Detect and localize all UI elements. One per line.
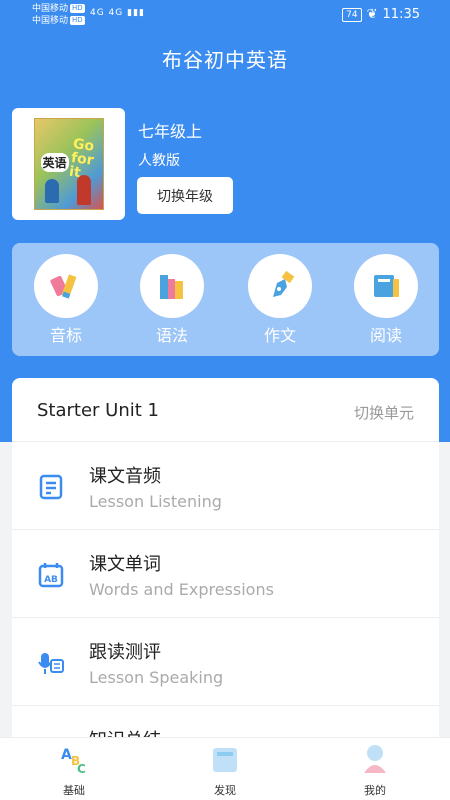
bottom-tab-bar: ABC 基础 发现 我的: [0, 737, 450, 800]
feature-panel: 音标 语法 作文 阅读: [12, 243, 439, 356]
hd-badge: HD: [70, 16, 85, 25]
svg-text:C: C: [77, 762, 86, 775]
lesson-speaking-item[interactable]: 跟读测评 Lesson Speaking: [12, 618, 439, 706]
feature-label: 作文: [263, 326, 296, 345]
book-icon: [354, 254, 418, 318]
textbook-cover-card[interactable]: 英语 Go for it: [12, 108, 125, 220]
tab-discover[interactable]: 发现: [185, 743, 265, 798]
carrier-1: 中国移动: [32, 4, 69, 14]
cover-figure: [44, 179, 59, 203]
unit-name: Starter Unit 1: [37, 400, 159, 421]
abc-icon: A BC: [61, 747, 86, 776]
feature-reading[interactable]: 阅读: [351, 254, 421, 346]
item-title: 课文单词: [89, 554, 161, 575]
carrier-2: 中国移动: [32, 16, 69, 26]
status-bar: 中国移动 HD 中国移动 HD 4G 4G ▮▮▮ 74 ❦ 11:35: [0, 0, 450, 30]
tab-label: 我的: [364, 784, 386, 797]
item-title: 跟读测评: [89, 642, 161, 663]
item-title: 课文音频: [89, 466, 161, 487]
item-subtitle: Lesson Listening: [89, 492, 222, 511]
tab-label: 基础: [63, 784, 85, 797]
signal-icon: 4G 4G ▮▮▮: [90, 8, 145, 18]
grade-label: 七年级上: [138, 122, 203, 141]
battery-icon: 74: [342, 7, 362, 22]
feature-writing[interactable]: 作文: [245, 254, 315, 346]
carrier-info: 中国移动 HD 中国移动 HD: [32, 3, 85, 27]
tab-label: 发现: [214, 784, 236, 797]
book-discover-icon: [213, 748, 237, 772]
unit-card: Starter Unit 1 切换单元 课文音频 Lesson Listenin…: [12, 378, 439, 758]
item-subtitle: Words and Expressions: [89, 580, 274, 599]
profile-icon: [364, 745, 386, 773]
hd-badge: HD: [70, 4, 85, 13]
cover-figure: [76, 175, 91, 205]
pencil-eraser-icon: [34, 254, 98, 318]
leaf-icon: ❦: [366, 7, 378, 22]
edition-label: 人教版: [138, 153, 180, 169]
switch-unit-button[interactable]: 切换单元: [354, 402, 414, 423]
microphone-icon: [38, 653, 64, 674]
app-title: 布谷初中英语: [162, 48, 288, 72]
switch-grade-button[interactable]: 切换年级: [137, 177, 233, 214]
tab-basic[interactable]: ABC 基础: [34, 743, 114, 798]
words-expressions-item[interactable]: AB 课文单词 Words and Expressions: [12, 530, 439, 618]
unit-header: Starter Unit 1 切换单元: [12, 378, 439, 442]
tab-mine[interactable]: 我的: [335, 743, 415, 798]
cover-title: 英语: [40, 153, 69, 172]
item-subtitle: Lesson Speaking: [89, 668, 224, 687]
feature-label: 语法: [155, 326, 188, 345]
textbook-cover-image: 英语 Go for it: [33, 118, 104, 210]
signal-label: 4G 4G: [90, 8, 124, 18]
pen-nib-icon: [248, 254, 312, 318]
svg-text:AB: AB: [44, 575, 58, 585]
feature-label: 阅读: [369, 326, 402, 345]
calendar-ab-icon: AB: [38, 563, 64, 588]
lesson-listening-item[interactable]: 课文音频 Lesson Listening: [12, 442, 439, 530]
feature-grammar[interactable]: 语法: [137, 254, 207, 346]
clock: 11:35: [382, 7, 420, 22]
feature-phonetics[interactable]: 音标: [31, 254, 101, 346]
feature-label: 音标: [49, 326, 82, 345]
status-right: 74 ❦ 11:35: [342, 7, 420, 22]
books-icon: [140, 254, 204, 318]
document-icon: [39, 474, 63, 500]
